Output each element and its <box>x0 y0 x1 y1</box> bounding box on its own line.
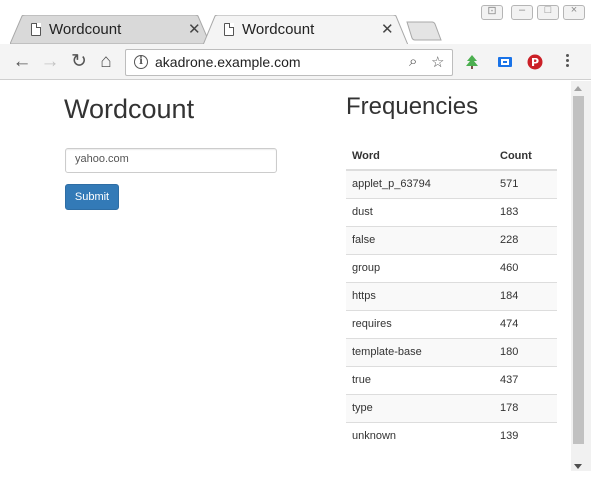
table-row: type 178 <box>346 393 557 422</box>
column-header-count: Count <box>494 142 557 171</box>
maximize-button[interactable]: □ <box>537 4 559 20</box>
frequencies-heading: Frequencies <box>346 93 479 120</box>
tree-extension-icon[interactable] <box>464 54 480 70</box>
pinterest-icon[interactable]: P <box>527 54 543 70</box>
count-cell: 180 <box>494 337 557 366</box>
bookmark-star-icon[interactable]: ☆ <box>431 53 444 71</box>
close-window-button[interactable]: × <box>563 4 585 20</box>
word-cell: requires <box>346 309 494 338</box>
tab-inactive[interactable]: Wordcount ✕ <box>10 15 210 44</box>
address-bar[interactable]: i akadrone.example.com ⌕ ☆ <box>125 49 453 76</box>
table-row: unknown 139 <box>346 421 557 450</box>
close-tab-icon[interactable]: ✕ <box>381 20 394 38</box>
new-tab-icon <box>406 21 442 41</box>
count-cell: 139 <box>494 421 557 450</box>
back-icon[interactable]: ← <box>11 51 33 73</box>
browser-titlebar: ⊡ – □ × Wordcount ✕ Wordcount ✕ <box>0 0 591 46</box>
count-cell: 228 <box>494 225 557 254</box>
menu-icon[interactable] <box>562 52 572 72</box>
word-cell: unknown <box>346 421 494 450</box>
word-cell: https <box>346 281 494 310</box>
column-header-word: Word <box>346 142 494 171</box>
count-cell: 474 <box>494 309 557 338</box>
scroll-down-icon[interactable] <box>574 464 582 469</box>
word-cell: applet_p_63794 <box>346 169 494 198</box>
count-cell: 184 <box>494 281 557 310</box>
close-tab-icon[interactable]: ✕ <box>188 20 201 38</box>
reload-icon[interactable]: ↻ <box>68 51 90 73</box>
count-cell: 460 <box>494 253 557 282</box>
frequencies-table: Word Count applet_p_63794 571 dust 183 false… <box>346 142 557 450</box>
profile-button[interactable]: ⊡ <box>481 5 503 20</box>
browser-toolbar: ← → ↻ ⌂ i akadrone.example.com ⌕ ☆ P <box>0 44 591 80</box>
word-cell: type <box>346 393 494 422</box>
page-viewport: Wordcount yahoo.com Submit Frequencies W… <box>0 81 571 471</box>
page-title: Wordcount <box>64 94 195 124</box>
tab-title: Wordcount <box>242 21 315 38</box>
minimize-button[interactable]: – <box>511 4 533 20</box>
url-text[interactable]: akadrone.example.com <box>155 54 301 70</box>
table-row: true 437 <box>346 365 557 394</box>
forward-icon[interactable]: → <box>39 51 61 73</box>
tab-title: Wordcount <box>49 21 122 38</box>
word-cell: template-base <box>346 337 494 366</box>
word-cell: false <box>346 225 494 254</box>
table-row: requires 474 <box>346 309 557 338</box>
word-cell: true <box>346 365 494 394</box>
home-icon[interactable]: ⌂ <box>95 51 117 73</box>
table-row: dust 183 <box>346 197 557 226</box>
submit-button[interactable]: Submit <box>65 184 119 210</box>
screen-extension-icon[interactable] <box>497 54 513 70</box>
count-cell: 571 <box>494 169 557 198</box>
table-header-row: Word Count <box>346 142 557 171</box>
url-input[interactable]: yahoo.com <box>65 148 277 173</box>
count-cell: 178 <box>494 393 557 422</box>
scroll-up-icon[interactable] <box>574 86 582 91</box>
new-tab-button[interactable] <box>406 21 442 46</box>
info-icon[interactable]: i <box>134 55 148 69</box>
count-cell: 183 <box>494 197 557 226</box>
svg-text:P: P <box>531 56 539 69</box>
tab-active[interactable]: Wordcount ✕ <box>203 15 408 45</box>
word-cell: group <box>346 253 494 282</box>
table-body: applet_p_63794 571 dust 183 false 228 group 460… <box>346 169 557 450</box>
zoom-icon[interactable]: ⌕ <box>409 53 417 70</box>
table-row: https 184 <box>346 281 557 310</box>
table-row: group 460 <box>346 253 557 282</box>
page-icon <box>224 23 234 36</box>
table-row: template-base 180 <box>346 337 557 366</box>
table-row: applet_p_63794 571 <box>346 169 557 198</box>
word-cell: dust <box>346 197 494 226</box>
scrollbar-thumb[interactable] <box>573 96 584 444</box>
count-cell: 437 <box>494 365 557 394</box>
table-row: false 228 <box>346 225 557 254</box>
page-icon <box>31 23 41 36</box>
vertical-scrollbar[interactable] <box>571 81 591 471</box>
